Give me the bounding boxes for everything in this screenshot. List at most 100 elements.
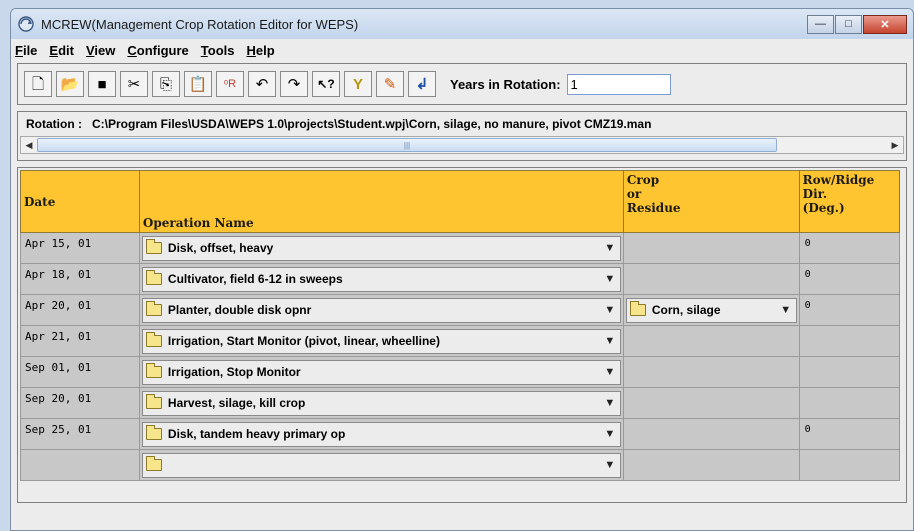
minimize-button[interactable]: —: [807, 14, 834, 34]
rotation-label: Rotation :: [26, 117, 82, 131]
crop-cell[interactable]: [622, 356, 800, 388]
crop-cell: Corn, silage ▼: [622, 294, 800, 326]
operation-combo[interactable]: Harvest, silage, kill crop ▼: [141, 390, 621, 416]
operation-cell: Disk, tandem heavy primary op ▼: [138, 418, 624, 450]
folder-icon[interactable]: [145, 332, 162, 347]
header-date[interactable]: Date: [20, 170, 140, 233]
operation-cell: ▼: [138, 449, 624, 481]
toolbar: 🗋 📂 ■ ✂ ⎘ 📋 ᵒR ↶ ↷ ↖? Y ✎ ↲ Years in Rot…: [17, 63, 907, 105]
years-in-rotation-input[interactable]: [566, 73, 671, 95]
date-cell[interactable]: Sep 01, 01: [20, 356, 140, 388]
scroll-left-icon[interactable]: ◀: [21, 137, 37, 153]
enter-arrow-icon[interactable]: ↲: [408, 71, 436, 97]
menu-tools[interactable]: Tools: [201, 43, 235, 58]
folder-icon[interactable]: [145, 363, 162, 378]
folder-icon[interactable]: [145, 239, 162, 254]
dir-cell[interactable]: 0: [798, 263, 901, 295]
operation-combo[interactable]: Planter, double disk opnr ▼: [141, 297, 621, 323]
folder-icon[interactable]: [145, 456, 162, 471]
scroll-track[interactable]: |||: [37, 137, 887, 153]
chevron-down-icon[interactable]: ▼: [600, 397, 620, 409]
dir-cell[interactable]: 0: [798, 418, 901, 450]
operation-combo[interactable]: Cultivator, field 6-12 in sweeps ▼: [141, 266, 621, 292]
date-cell[interactable]: Sep 20, 01: [20, 387, 140, 419]
dir-cell[interactable]: [798, 449, 901, 481]
scroll-right-icon[interactable]: ▶: [887, 137, 903, 153]
dir-cell[interactable]: [798, 356, 901, 388]
folder-icon[interactable]: [145, 394, 162, 409]
menu-bar: File Edit View Configure Tools Help: [11, 39, 913, 61]
window-title: MCREW(Management Crop Rotation Editor fo…: [41, 16, 359, 32]
header-row-ridge-dir[interactable]: Row/Ridge Dir. (Deg.): [798, 170, 901, 233]
date-cell[interactable]: Apr 18, 01: [20, 263, 140, 295]
operation-combo[interactable]: Irrigation, Start Monitor (pivot, linear…: [141, 328, 621, 354]
redo-icon[interactable]: ↷: [280, 71, 308, 97]
date-cell[interactable]: Apr 21, 01: [20, 325, 140, 357]
operation-combo[interactable]: Disk, offset, heavy ▼: [141, 235, 621, 261]
rotation-path: C:\Program Files\USDA\WEPS 1.0\projects\…: [92, 117, 652, 131]
menu-configure[interactable]: Configure: [127, 43, 188, 58]
crop-cell[interactable]: [622, 418, 800, 450]
edit-pencil-icon[interactable]: ✎: [376, 71, 404, 97]
operation-cell: Cultivator, field 6-12 in sweeps ▼: [138, 263, 624, 295]
date-cell[interactable]: [20, 449, 140, 481]
menu-edit[interactable]: Edit: [49, 43, 74, 58]
copy-icon[interactable]: ⎘: [152, 71, 180, 97]
dir-cell[interactable]: [798, 387, 901, 419]
app-logo-icon: [18, 16, 34, 32]
scroll-thumb[interactable]: |||: [37, 138, 777, 152]
help-pointer-icon[interactable]: ↖?: [312, 71, 340, 97]
operation-name: Cultivator, field 6-12 in sweeps: [167, 272, 343, 286]
operation-cell: Irrigation, Start Monitor (pivot, linear…: [138, 325, 624, 357]
crop-cell[interactable]: [622, 449, 800, 481]
date-cell[interactable]: Sep 25, 01: [20, 418, 140, 450]
date-cell[interactable]: Apr 20, 01: [20, 294, 140, 326]
close-button[interactable]: ✕: [863, 14, 907, 34]
folder-icon[interactable]: [145, 270, 162, 285]
folder-icon[interactable]: [145, 425, 162, 440]
crop-combo[interactable]: Corn, silage ▼: [625, 297, 797, 323]
operation-name: Disk, offset, heavy: [167, 241, 274, 255]
chevron-down-icon[interactable]: ▼: [600, 459, 620, 471]
menu-help[interactable]: Help: [247, 43, 275, 58]
dir-cell[interactable]: 0: [798, 232, 901, 264]
dir-cell[interactable]: 0: [798, 294, 901, 326]
operation-combo[interactable]: Disk, tandem heavy primary op ▼: [141, 421, 621, 447]
new-file-icon[interactable]: 🗋: [24, 71, 52, 97]
open-folder-icon[interactable]: 📂: [56, 71, 84, 97]
header-dir-line-3: (Deg.): [802, 201, 845, 215]
operation-combo[interactable]: Irrigation, Stop Monitor ▼: [141, 359, 621, 385]
chevron-down-icon[interactable]: ▼: [600, 335, 620, 347]
folder-icon[interactable]: [145, 301, 162, 316]
chevron-down-icon[interactable]: ▼: [600, 273, 620, 285]
dir-cell[interactable]: [798, 325, 901, 357]
chevron-down-icon[interactable]: ▼: [600, 366, 620, 378]
horizontal-scrollbar[interactable]: ◀ ||| ▶: [20, 136, 904, 154]
save-icon[interactable]: ■: [88, 71, 116, 97]
maximize-button[interactable]: □: [835, 14, 862, 34]
cut-icon[interactable]: ✂: [120, 71, 148, 97]
folder-icon[interactable]: [629, 301, 646, 316]
chevron-down-icon[interactable]: ▼: [776, 304, 796, 316]
undo-icon[interactable]: ↶: [248, 71, 276, 97]
table-row: Sep 20, 01 Harvest, silage, kill crop ▼: [20, 387, 901, 419]
chevron-down-icon[interactable]: ▼: [600, 304, 620, 316]
menu-view[interactable]: View: [86, 43, 115, 58]
paste-icon[interactable]: 📋: [184, 71, 212, 97]
table-row: Sep 25, 01 Disk, tandem heavy primary op…: [20, 418, 901, 450]
chevron-down-icon[interactable]: ▼: [600, 428, 620, 440]
date-cell[interactable]: Apr 15, 01: [20, 232, 140, 264]
crop-cell[interactable]: [622, 325, 800, 357]
header-operation-name[interactable]: Operation Name: [138, 170, 624, 233]
crop-cell[interactable]: [622, 263, 800, 295]
filter-icon[interactable]: Y: [344, 71, 372, 97]
operation-combo[interactable]: ▼: [141, 452, 621, 478]
chevron-down-icon[interactable]: ▼: [600, 242, 620, 254]
menu-file[interactable]: File: [15, 43, 37, 58]
sort-icon[interactable]: ᵒR: [216, 71, 244, 97]
operations-table-panel: Date Operation Name Crop or Residue Row/…: [17, 167, 907, 503]
title-bar[interactable]: MCREW(Management Crop Rotation Editor fo…: [11, 9, 913, 39]
header-crop-or-residue[interactable]: Crop or Residue: [622, 170, 800, 233]
crop-cell[interactable]: [622, 387, 800, 419]
crop-cell[interactable]: [622, 232, 800, 264]
